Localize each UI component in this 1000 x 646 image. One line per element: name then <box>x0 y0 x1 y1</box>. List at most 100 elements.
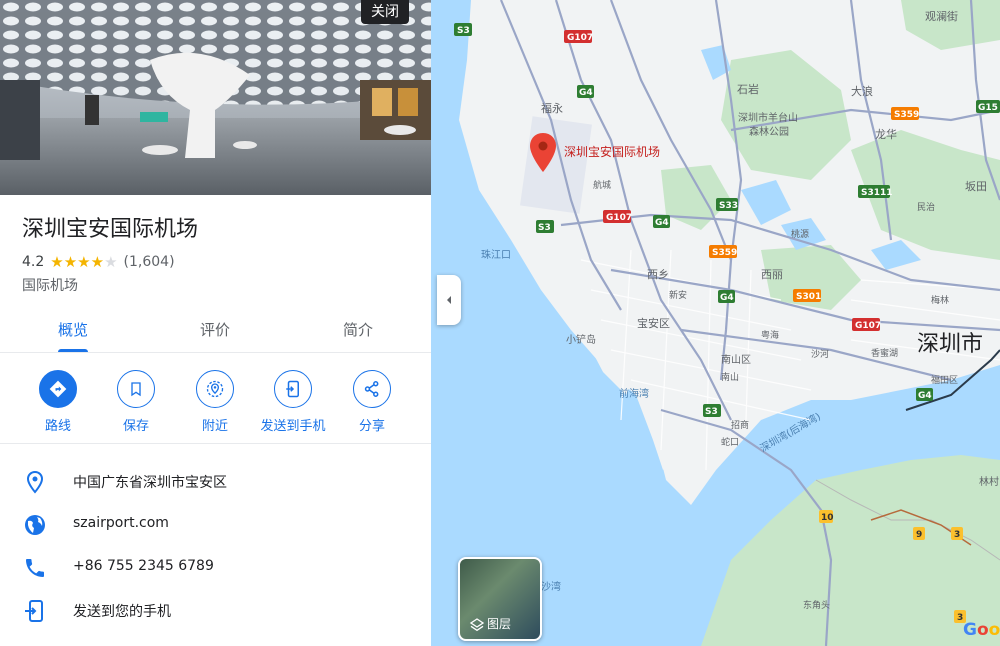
marker-label[interactable]: 深圳宝安国际机场 <box>564 144 660 159</box>
bookmark-icon <box>117 370 155 408</box>
send-to-phone-text: 发送到您的手机 <box>73 604 171 620</box>
place-title: 深圳宝安国际机场 <box>22 217 199 242</box>
collapse-panel-button[interactable] <box>437 275 461 325</box>
google-logo: Goo <box>963 620 1000 640</box>
svg-text:大浪: 大浪 <box>851 84 873 98</box>
directions-icon <box>39 370 77 408</box>
save-button[interactable]: 保存 <box>98 370 174 434</box>
svg-text:前海湾: 前海湾 <box>619 387 649 400</box>
place-panel: 关闭 深圳宝安国际机场 4.2 ★ ★ ★ ★ ★ (1,604) 国际机场 概… <box>0 0 431 646</box>
tab-about[interactable]: 简介 <box>343 319 373 340</box>
address-text: 中国广东省深圳市宝安区 <box>73 475 227 491</box>
svg-text:沙湾: 沙湾 <box>541 580 561 593</box>
svg-text:石岩: 石岩 <box>737 82 759 96</box>
svg-text:航城: 航城 <box>593 179 611 191</box>
svg-text:10: 10 <box>821 513 834 523</box>
svg-text:G4: G4 <box>655 218 669 228</box>
share-label: 分享 <box>358 419 385 434</box>
svg-text:桃源: 桃源 <box>791 228 809 240</box>
address-row[interactable]: 中国广东省深圳市宝安区 <box>0 462 431 502</box>
share-button[interactable]: 分享 <box>334 370 410 434</box>
layers-label: 图层 <box>487 617 512 631</box>
tab-overview[interactable]: 概览 <box>58 319 88 340</box>
svg-text:福田区: 福田区 <box>931 374 958 386</box>
review-count[interactable]: (1,604) <box>124 254 175 270</box>
star-icon: ★ <box>90 253 105 271</box>
svg-text:9: 9 <box>916 530 922 540</box>
directions-button[interactable]: 路线 <box>20 370 96 434</box>
tab-reviews[interactable]: 评价 <box>200 319 230 340</box>
svg-text:南山: 南山 <box>721 371 739 383</box>
svg-text:森林公园: 森林公园 <box>749 125 789 138</box>
svg-text:观澜街: 观澜街 <box>925 9 958 23</box>
svg-text:深圳市羊台山: 深圳市羊台山 <box>738 111 798 124</box>
svg-text:珠江口: 珠江口 <box>481 248 511 261</box>
svg-text:G107: G107 <box>606 213 632 223</box>
star-icon: ★ <box>77 253 91 271</box>
action-bar: 路线 保存 附近 发送到手机 分享 <box>0 354 431 444</box>
share-icon <box>353 370 391 408</box>
nearby-label: 附近 <box>201 419 228 434</box>
map-canvas[interactable]: S3 G107 G4 S3 G107 G4 S33 S359 G4 S301 G… <box>431 0 1000 646</box>
place-category[interactable]: 国际机场 <box>22 275 78 295</box>
svg-text:龙华: 龙华 <box>875 127 897 141</box>
phone-row[interactable]: +86 755 2345 6789 <box>0 548 431 588</box>
svg-text:东角头: 东角头 <box>803 599 830 611</box>
save-label: 保存 <box>122 419 149 434</box>
svg-text:招商: 招商 <box>731 419 749 431</box>
svg-text:G4: G4 <box>918 391 932 401</box>
star-icon: ★ <box>50 253 64 271</box>
close-button[interactable]: 关闭 <box>361 0 409 24</box>
svg-text:南山区: 南山区 <box>721 353 751 366</box>
phone-text: +86 755 2345 6789 <box>73 558 214 574</box>
globe-icon <box>25 515 45 535</box>
rating-stars: ★ ★ ★ ★ ★ <box>50 254 117 270</box>
svg-text:S3: S3 <box>457 26 470 36</box>
send-to-phone-label: 发送到手机 <box>260 419 326 434</box>
svg-text:西乡: 西乡 <box>647 268 669 281</box>
svg-text:S359: S359 <box>712 248 737 258</box>
svg-text:G107: G107 <box>855 321 881 331</box>
send-to-phone-icon <box>25 600 43 622</box>
layers-icon <box>469 618 485 632</box>
map-base: S3 G107 G4 S3 G107 G4 S33 S359 G4 S301 G… <box>431 0 1000 646</box>
svg-text:蛇口: 蛇口 <box>721 436 739 448</box>
tab-bar: 概览 评价 简介 <box>0 305 431 353</box>
send-to-phone-row[interactable]: 发送到您的手机 <box>0 591 431 631</box>
location-pin-icon <box>26 470 44 494</box>
svg-text:坂田: 坂田 <box>965 180 987 193</box>
send-to-phone-icon <box>274 370 312 408</box>
star-icon: ★ <box>104 253 118 271</box>
chevron-left-icon <box>447 296 451 304</box>
active-tab-indicator <box>58 349 88 352</box>
website-row[interactable]: szairport.com <box>0 505 431 545</box>
svg-text:小铲岛: 小铲岛 <box>566 333 596 346</box>
svg-text:3: 3 <box>954 530 960 540</box>
svg-text:香蜜湖: 香蜜湖 <box>871 347 898 359</box>
rating-row[interactable]: 4.2 ★ ★ ★ ★ ★ (1,604) <box>22 254 175 270</box>
website-text: szairport.com <box>73 515 169 531</box>
svg-text:沙河: 沙河 <box>811 348 829 360</box>
layers-button[interactable]: 图层 <box>458 557 542 641</box>
phone-icon <box>26 559 44 577</box>
directions-label: 路线 <box>44 419 71 434</box>
svg-text:梅林: 梅林 <box>931 294 949 306</box>
svg-text:林村: 林村 <box>979 475 999 488</box>
svg-text:S33: S33 <box>719 201 738 211</box>
svg-text:新安: 新安 <box>669 289 687 301</box>
svg-text:G4: G4 <box>579 88 593 98</box>
rating-value: 4.2 <box>22 254 45 270</box>
svg-text:民治: 民治 <box>917 201 935 213</box>
svg-text:G15: G15 <box>978 103 998 113</box>
svg-text:S301: S301 <box>796 292 821 302</box>
svg-text:S359: S359 <box>894 110 919 120</box>
svg-text:西丽: 西丽 <box>761 268 783 281</box>
nearby-button[interactable]: 附近 <box>177 370 253 434</box>
place-photo[interactable]: 关闭 <box>0 0 431 195</box>
svg-text:福永: 福永 <box>541 101 563 115</box>
svg-text:粤海: 粤海 <box>761 329 779 341</box>
nearby-icon <box>196 370 234 408</box>
svg-text:S3: S3 <box>705 407 718 417</box>
city-label: 深圳市 <box>917 332 983 357</box>
send-to-phone-button[interactable]: 发送到手机 <box>255 370 331 434</box>
